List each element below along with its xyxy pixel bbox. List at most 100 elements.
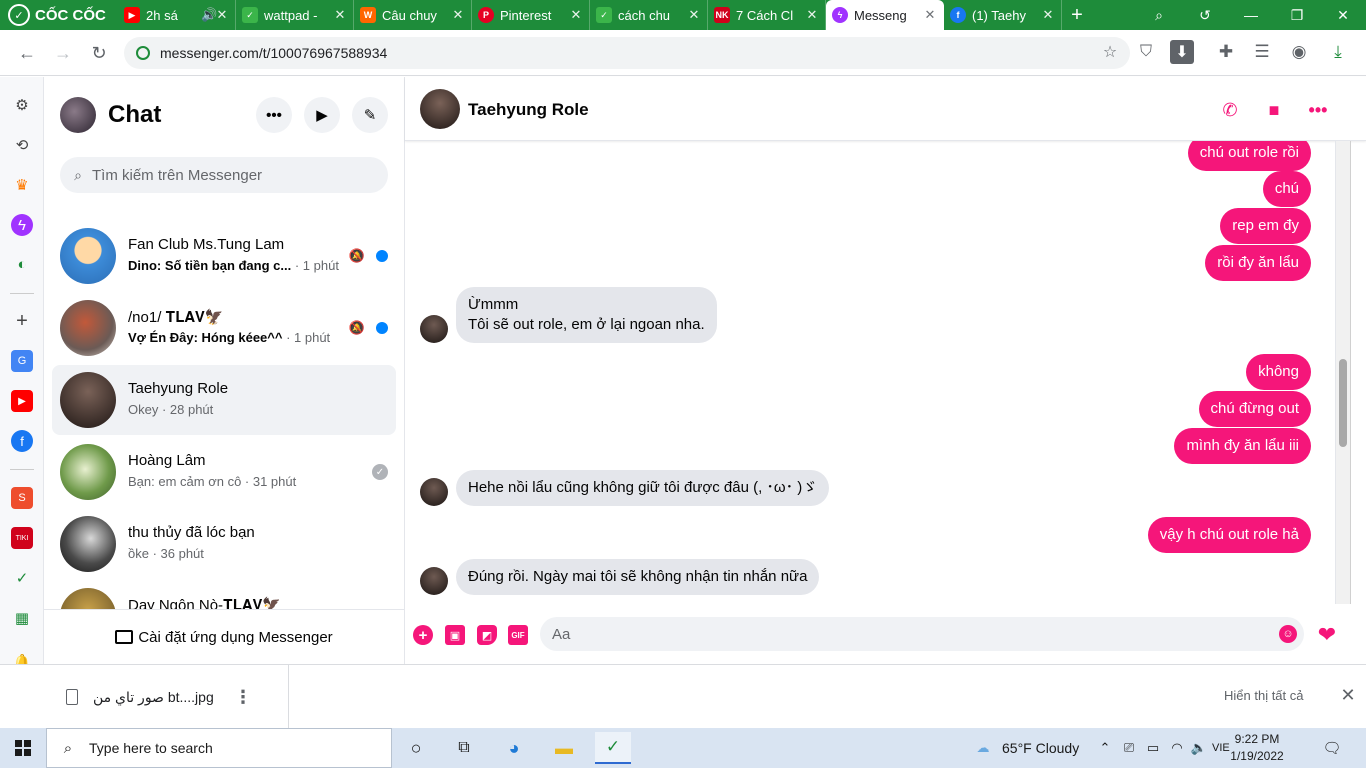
coccoc-icon[interactable]: ✓: [11, 567, 33, 589]
gamepad-icon[interactable]: ◐: [11, 253, 33, 275]
contact-avatar[interactable]: [420, 89, 460, 129]
video-call-icon[interactable]: ■: [1261, 97, 1287, 123]
close-tab-icon[interactable]: ✕: [333, 7, 347, 23]
close-tab-icon[interactable]: ✕: [805, 7, 819, 23]
facebook-icon[interactable]: f: [11, 430, 33, 452]
attach-image-icon[interactable]: ▣: [445, 625, 465, 645]
tab-facebook[interactable]: f (1) Taehy ✕: [944, 0, 1062, 30]
close-window-button[interactable]: ✕: [1320, 0, 1366, 30]
google-translate-icon[interactable]: G: [11, 350, 33, 372]
tab-wattpad-search[interactable]: ✓ wattpad - ✕: [236, 0, 354, 30]
wifi-icon[interactable]: ◠: [1168, 739, 1186, 757]
conversation-item[interactable]: Dạy Ngôn Nò-𝐓𝐋𝐀𝐕🦅: [52, 581, 396, 609]
edge-icon[interactable]: ◕: [496, 732, 532, 764]
options-button[interactable]: •••: [256, 97, 292, 133]
heart-reaction-icon[interactable]: ❤: [1315, 622, 1339, 647]
contact-name[interactable]: Taehyung Role: [468, 100, 589, 120]
start-button[interactable]: [0, 728, 46, 768]
tab-7-cach[interactable]: NK 7 Cách Cl ✕: [708, 0, 826, 30]
forward-button[interactable]: →: [48, 38, 78, 68]
crown-icon[interactable]: ♛: [11, 174, 33, 196]
playlist-icon[interactable]: ☰: [1250, 40, 1274, 64]
close-tab-icon[interactable]: ✕: [569, 7, 583, 23]
volume-icon[interactable]: 🔈: [1190, 739, 1208, 757]
history-icon[interactable]: ↺: [1182, 0, 1228, 30]
close-tab-icon[interactable]: ✕: [923, 7, 937, 23]
tab-messenger[interactable]: ϟ Messeng ✕: [826, 0, 944, 30]
thread-scrollbar[interactable]: [1335, 141, 1351, 604]
youtube-icon[interactable]: ▶: [11, 390, 33, 412]
messenger-search[interactable]: ⌕: [60, 157, 388, 193]
scrollbar-thumb[interactable]: [1339, 359, 1347, 447]
tab-cach-chup[interactable]: ✓ cách chu ✕: [590, 0, 708, 30]
address-bar[interactable]: messenger.com/t/100076967588934: [124, 37, 1130, 69]
download-options-icon[interactable]: ⋮: [233, 687, 253, 708]
message-bubble-out[interactable]: rep em đy: [1220, 208, 1311, 244]
coccoc-brand[interactable]: ✓ CỐC CỐC: [0, 0, 118, 30]
spreadsheet-icon[interactable]: ▦: [11, 607, 33, 629]
messenger-icon[interactable]: ϟ: [11, 214, 33, 236]
task-view-icon[interactable]: ⧉: [446, 732, 482, 764]
tab-youtube[interactable]: ▶ 2h sá 🔊 ✕: [118, 0, 236, 30]
settings-gear-icon[interactable]: ⚙: [11, 94, 33, 116]
new-room-button[interactable]: ▶: [304, 97, 340, 133]
conversation-item[interactable]: Hoàng Lâm Bạn: em cảm ơn cô · 31 phút ✓: [52, 437, 396, 507]
cloud-weather-icon[interactable]: ☁: [974, 739, 992, 757]
network-device-icon[interactable]: ⎚: [1120, 739, 1138, 757]
lock-icon[interactable]: [136, 46, 150, 60]
weather-text[interactable]: 65°F Cloudy: [1002, 740, 1079, 756]
message-bubble-out[interactable]: rồi đy ăn lẩu: [1205, 245, 1311, 281]
message-input-wrapper[interactable]: ☺: [540, 617, 1304, 651]
tab-wattpad[interactable]: W Câu chuy ✕: [354, 0, 472, 30]
message-bubble-out[interactable]: chú out role rồi: [1187, 141, 1311, 171]
battery-icon[interactable]: ▭: [1144, 739, 1162, 757]
download-arrow-icon[interactable]: ⬇: [1170, 40, 1194, 64]
conversation-item-selected[interactable]: Taehyung Role Okey · 28 phút: [52, 365, 396, 435]
message-bubble-out[interactable]: chú đừng out: [1198, 391, 1311, 427]
new-tab-button[interactable]: +: [1062, 0, 1092, 30]
maximize-button[interactable]: ❐: [1274, 0, 1320, 30]
conversation-item[interactable]: thu thủy đã lóc bạn ồke · 36 phút: [52, 509, 396, 579]
message-bubble-in[interactable]: Đúng rồi. Ngày mai tôi sẽ không nhận tin…: [456, 559, 820, 595]
tiki-icon[interactable]: TIKI: [11, 527, 33, 549]
message-bubble-in[interactable]: Ừmmm Tôi sẽ out role, em ở lại ngoan nha…: [456, 287, 717, 343]
minimize-button[interactable]: —: [1228, 0, 1274, 30]
history-clock-icon[interactable]: ⟲: [11, 134, 33, 156]
taskbar-search[interactable]: ⌕ Type here to search: [46, 728, 392, 768]
message-bubble-out[interactable]: không: [1246, 354, 1311, 390]
conversation-info-icon[interactable]: •••: [1305, 97, 1331, 123]
coccoc-taskbar-icon[interactable]: ✓: [595, 732, 631, 764]
tab-search-icon[interactable]: ⌕: [1136, 0, 1182, 30]
sticker-icon[interactable]: ◩: [477, 625, 497, 645]
install-app-button[interactable]: Cài đặt ứng dụng Messenger: [44, 609, 404, 664]
new-message-button[interactable]: ✎: [352, 97, 388, 133]
user-avatar[interactable]: [60, 97, 96, 133]
message-input[interactable]: [552, 625, 1252, 643]
back-button[interactable]: ←: [12, 38, 42, 68]
search-input[interactable]: [92, 166, 372, 184]
download-item[interactable]: صور تاي من bt....jpg ⋮: [44, 665, 289, 729]
gif-icon[interactable]: GIF: [508, 625, 528, 645]
message-bubble-in[interactable]: Hehe nồi lẩu cũng không giữ tôi được đâu…: [456, 470, 830, 506]
more-actions-plus-icon[interactable]: +: [413, 625, 433, 645]
notification-center-icon[interactable]: 🗨: [1322, 739, 1341, 757]
extensions-puzzle-icon[interactable]: ✚: [1214, 40, 1238, 64]
file-explorer-icon[interactable]: ▬: [546, 732, 582, 764]
add-icon[interactable]: +: [11, 310, 33, 332]
message-bubble-out[interactable]: chú: [1262, 171, 1311, 207]
reload-button[interactable]: ↻: [84, 38, 114, 68]
chevron-up-icon[interactable]: ⌃: [1096, 739, 1114, 757]
conversation-item[interactable]: Fan Club Ms.Tung Lam Dino: Số tiền bạn đ…: [52, 221, 396, 291]
close-tab-icon[interactable]: ✕: [1041, 7, 1055, 23]
shield-icon[interactable]: ⛉: [1134, 40, 1158, 64]
cortana-icon[interactable]: ○: [398, 732, 434, 764]
message-bubble-out[interactable]: mình đy ăn lẩu iii: [1174, 428, 1311, 464]
close-tab-icon[interactable]: ✕: [451, 7, 465, 23]
message-bubble-out[interactable]: vậy h chú out role hả: [1147, 517, 1311, 553]
shopee-icon[interactable]: S: [11, 487, 33, 509]
show-all-downloads-link[interactable]: Hiển thị tất cả: [1224, 688, 1304, 703]
close-download-bar-icon[interactable]: ✕: [1338, 685, 1358, 705]
close-tab-icon[interactable]: ✕: [687, 7, 701, 23]
profile-icon[interactable]: ◉: [1287, 40, 1311, 64]
system-clock[interactable]: 9:22 PM 1/19/2022: [1228, 731, 1286, 765]
